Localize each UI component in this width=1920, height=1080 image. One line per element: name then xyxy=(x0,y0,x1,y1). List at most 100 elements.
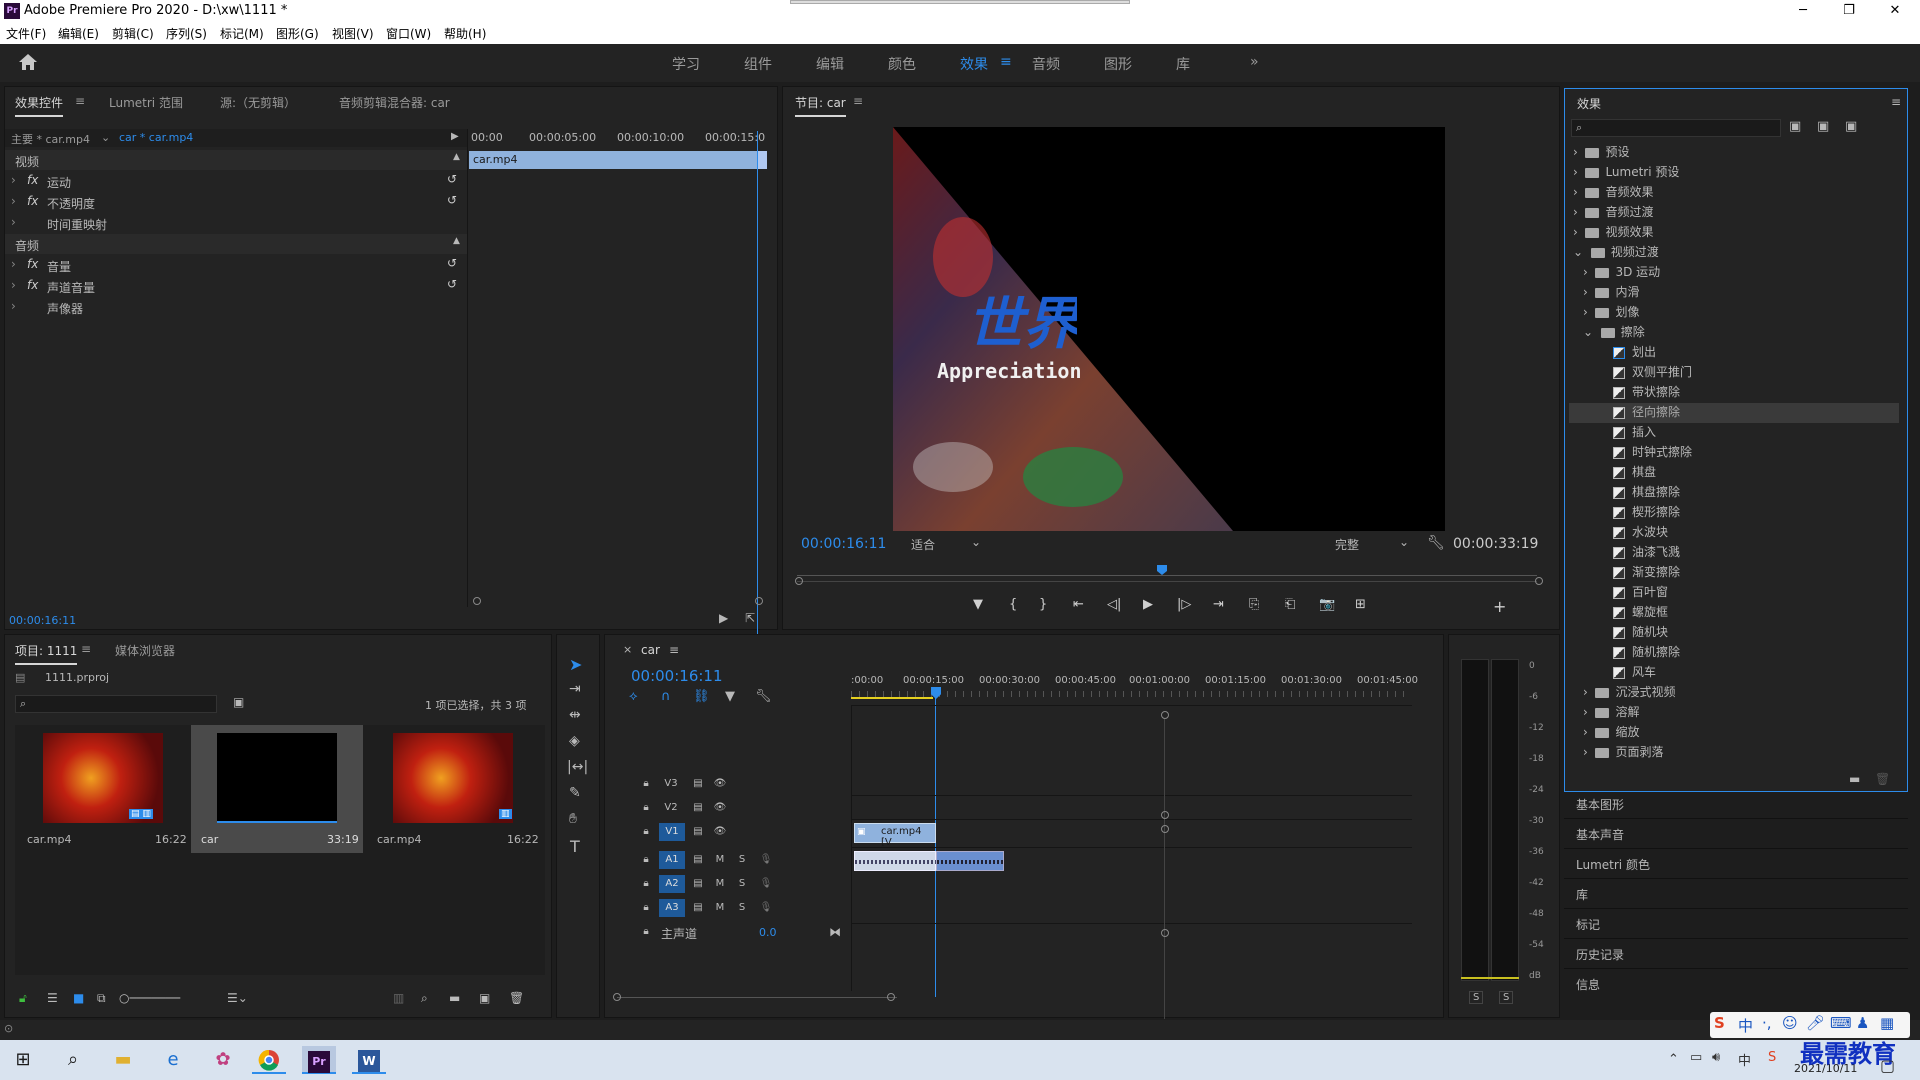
menu-view[interactable]: 视图(V) xyxy=(332,25,374,42)
tree-dissolve[interactable]: › 溶解 xyxy=(1583,703,1639,723)
mark-in-icon[interactable]: { xyxy=(1009,597,1017,612)
tree-video-transitions[interactable]: ⌄ 视频过渡 xyxy=(1573,243,1659,263)
workspace-assembly[interactable]: 组件 xyxy=(744,54,772,74)
transition-item[interactable]: 渐变擦除 xyxy=(1613,563,1680,583)
transition-item[interactable]: 随机块 xyxy=(1613,623,1668,643)
emoji-icon[interactable]: ☺ xyxy=(1782,1014,1798,1032)
track-target-label[interactable]: A3 xyxy=(659,899,685,917)
track-target-label[interactable]: V1 xyxy=(659,823,685,841)
zoom-handle[interactable] xyxy=(1535,577,1543,585)
lock-icon[interactable]: 🔒︎ xyxy=(635,799,657,817)
workspace-graphics[interactable]: 图形 xyxy=(1104,54,1132,74)
quality-dropdown[interactable]: 完整 ⌄ xyxy=(1331,535,1411,553)
extract-icon[interactable]: ⎗ xyxy=(1285,597,1295,612)
lift-icon[interactable]: ⎘ xyxy=(1249,597,1259,612)
sync-lock-icon[interactable]: ▤ xyxy=(687,851,709,869)
home-icon[interactable] xyxy=(18,53,38,71)
step-back-icon[interactable]: ◁| xyxy=(1107,597,1121,612)
new-search-bin-icon[interactable]: ▣ xyxy=(233,695,244,709)
mute-button[interactable]: M xyxy=(709,875,731,893)
menu-file[interactable]: 文件(F) xyxy=(6,25,46,42)
tree-zoom[interactable]: › 缩放 xyxy=(1583,723,1639,743)
panel-lumetri-color[interactable]: Lumetri 颜色 xyxy=(1576,856,1650,873)
32bit-effects-icon[interactable]: ▣ xyxy=(1817,119,1829,134)
transition-item[interactable]: 百叶窗 xyxy=(1613,583,1668,603)
menu-sequence[interactable]: 序列(S) xyxy=(166,25,207,42)
zoom-dropdown[interactable]: 适合 ⌄ xyxy=(907,535,983,553)
expand-icon[interactable]: › xyxy=(11,257,16,271)
effect-row-time-remap[interactable]: › 时间重映射 xyxy=(5,213,467,233)
microphone-icon[interactable]: 🎙︎ xyxy=(755,899,777,917)
tree-lumetri-presets[interactable]: › Lumetri 预设 xyxy=(1573,163,1679,183)
panel-essential-sound[interactable]: 基本声音 xyxy=(1576,826,1624,843)
scroll-handle[interactable] xyxy=(1161,929,1169,937)
add-marker-icon[interactable]: ▼ xyxy=(725,689,735,704)
new-bin-icon[interactable]: ▬ xyxy=(449,991,460,1005)
nest-icon[interactable]: ⟡ xyxy=(629,689,638,704)
wrench-icon[interactable]: 🔧︎ xyxy=(755,689,772,704)
transition-item[interactable]: 随机擦除 xyxy=(1613,643,1680,663)
pen-tool-icon[interactable]: ✎ xyxy=(569,785,581,801)
workspace-learn[interactable]: 学习 xyxy=(672,54,700,74)
transition-item[interactable]: 双侧平推门 xyxy=(1613,363,1692,383)
toolbox-icon[interactable]: ▦ xyxy=(1880,1014,1894,1032)
master-volume[interactable]: 0.0 xyxy=(759,926,777,939)
lock-icon[interactable]: 🔓︎ xyxy=(19,991,27,1006)
expand-icon[interactable]: › xyxy=(11,173,16,187)
transition-item[interactable]: 螺旋框 xyxy=(1613,603,1668,623)
scroll-handle[interactable] xyxy=(1161,711,1169,719)
scroll-handle[interactable] xyxy=(613,993,621,1001)
sync-lock-icon[interactable]: ▤ xyxy=(687,875,709,893)
expand-icon[interactable]: › xyxy=(11,194,16,208)
step-forward-icon[interactable]: |▷ xyxy=(1177,597,1191,612)
scroll-handle[interactable] xyxy=(887,993,895,1001)
ime-mode-button[interactable]: 中 xyxy=(1738,1015,1753,1036)
tree-presets[interactable]: › 预设 xyxy=(1573,143,1629,163)
close-window-button[interactable]: ✕ xyxy=(1872,0,1918,22)
sogou-logo-icon[interactable]: S xyxy=(1714,1014,1725,1032)
lock-icon[interactable]: 🔒︎ xyxy=(635,899,657,917)
tree-3d-motion[interactable]: › 3D 运动 xyxy=(1583,263,1660,283)
eye-icon[interactable]: 👁︎ xyxy=(709,799,731,817)
tree-immersive-video[interactable]: › 沉浸式视频 xyxy=(1583,683,1675,703)
premiere-taskbar-icon[interactable]: Pr xyxy=(302,1046,336,1074)
panel-markers[interactable]: 标记 xyxy=(1576,916,1600,933)
zoom-handle[interactable] xyxy=(755,597,763,605)
microphone-icon[interactable]: 🎙︎ xyxy=(755,875,777,893)
menu-window[interactable]: 窗口(W) xyxy=(386,25,431,42)
skin-icon[interactable]: ♟ xyxy=(1856,1014,1869,1032)
button-editor-icon[interactable]: + xyxy=(1493,597,1506,616)
lock-icon[interactable]: 🔒︎ xyxy=(635,923,657,941)
menu-marker[interactable]: 标记(M) xyxy=(220,25,264,42)
hand-tool-icon[interactable]: ✋︎ xyxy=(569,811,577,827)
app-icon[interactable]: ✿ xyxy=(206,1046,240,1074)
effect-row-opacity[interactable]: › fx 不透明度 ↺ xyxy=(5,192,467,212)
tree-video-effects[interactable]: › 视频效果 xyxy=(1573,223,1653,243)
reset-icon[interactable]: ↺ xyxy=(447,172,457,186)
menu-clip[interactable]: 剪辑(C) xyxy=(112,25,154,42)
solo-right-button[interactable]: S xyxy=(1499,991,1514,1004)
maximize-button[interactable]: ❐ xyxy=(1826,0,1872,22)
network-icon[interactable]: ▭ xyxy=(1690,1050,1702,1065)
project-item[interactable]: ▥ car.mp4 16:22 xyxy=(369,725,539,853)
transition-item[interactable]: 风车 xyxy=(1613,663,1656,683)
expand-icon[interactable]: › xyxy=(11,278,16,292)
mark-out-icon[interactable]: } xyxy=(1039,597,1047,612)
tree-iris[interactable]: › 划像 xyxy=(1583,303,1639,323)
track-target-label[interactable]: V3 xyxy=(659,775,683,793)
notification-icon[interactable]: ▢ xyxy=(1880,1056,1895,1075)
windows-start-icon[interactable]: ⊞ xyxy=(6,1046,40,1074)
fx-badge[interactable]: fx xyxy=(27,194,38,208)
video-frame[interactable]: 世界 Appreciation xyxy=(893,127,1445,531)
menu-graphics[interactable]: 图形(G) xyxy=(276,25,319,42)
linked-selection-icon[interactable]: ⛓︎ xyxy=(693,689,710,704)
comparison-view-icon[interactable]: ⊞ xyxy=(1355,597,1366,612)
ripple-edit-tool-icon[interactable]: ⇹ xyxy=(569,707,581,723)
effect-row-volume[interactable]: › fx 音量 ↺ xyxy=(5,255,467,275)
mute-button[interactable]: M xyxy=(709,899,731,917)
tree-slide[interactable]: › 内滑 xyxy=(1583,283,1639,303)
sync-lock-icon[interactable]: ▤ xyxy=(687,899,709,917)
workspace-more-icon[interactable]: » xyxy=(1250,54,1259,70)
ime-icon[interactable]: 中 xyxy=(1738,1050,1751,1069)
reset-icon[interactable]: ↺ xyxy=(447,277,457,291)
